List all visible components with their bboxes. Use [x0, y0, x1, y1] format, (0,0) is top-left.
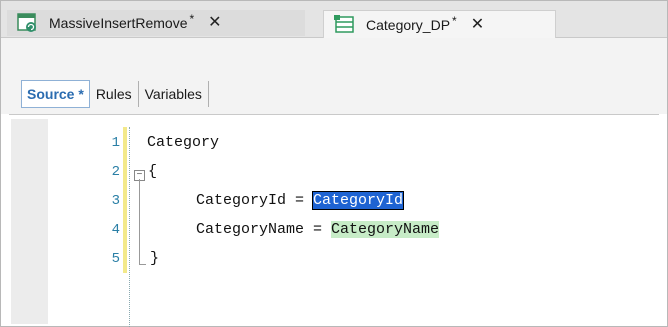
- close-icon[interactable]: ✕: [471, 16, 484, 33]
- editor-margin: [11, 119, 48, 324]
- part-tabs: Source * Rules Variables: [21, 80, 209, 108]
- data-provider-icon: [334, 14, 356, 35]
- code-line-4: CategoryName = CategoryName: [196, 221, 440, 238]
- highlighted-match: CategoryName: [331, 221, 440, 238]
- tab-rules[interactable]: Rules: [90, 81, 139, 107]
- gutter-separator: [129, 127, 130, 327]
- transaction-icon: [17, 13, 39, 33]
- code-line-2: {: [148, 163, 157, 180]
- tab-label: Category_DP: [366, 16, 451, 33]
- fold-line: [139, 179, 140, 264]
- line-number: 4: [111, 222, 120, 238]
- tab-source[interactable]: Source *: [21, 80, 90, 108]
- code-text: CategoryId =: [196, 192, 314, 209]
- modified-indicator: *: [452, 13, 457, 28]
- tab-massive-insert-remove[interactable]: MassiveInsertRemove * ✕: [7, 10, 305, 36]
- tab-category-dp[interactable]: Category_DP * ✕: [323, 10, 556, 38]
- code-text: Category: [147, 134, 220, 151]
- code-line-1: Category: [147, 134, 219, 151]
- line-number: 2: [111, 164, 120, 180]
- tab-label: MassiveInsertRemove: [49, 15, 188, 31]
- line-number: 1: [111, 135, 120, 151]
- change-marker-bar: [123, 127, 127, 273]
- modified-indicator: *: [189, 12, 195, 26]
- code-text: {: [148, 163, 158, 180]
- code-text: CategoryName =: [196, 221, 332, 238]
- code-line-5: }: [150, 250, 159, 267]
- document-tab-strip: MassiveInsertRemove * ✕ Category_DP * ✕: [1, 1, 667, 38]
- selected-text[interactable]: CategoryId: [312, 191, 405, 210]
- line-number: 3: [111, 193, 120, 209]
- fold-end: [139, 264, 146, 265]
- line-number-gutter: 1 2 3 4 5: [48, 119, 120, 324]
- code-editor[interactable]: 1 2 3 4 5 − Category { CategoryId = Cate…: [11, 119, 661, 327]
- code-line-3: CategoryId = CategoryId: [196, 191, 405, 210]
- editor-window: MassiveInsertRemove * ✕ Category_DP * ✕ …: [0, 0, 668, 327]
- close-icon[interactable]: ✕: [208, 15, 221, 31]
- part-tabs-area: Source * Rules Variables: [1, 38, 667, 114]
- code-text: }: [150, 250, 160, 267]
- tab-variables[interactable]: Variables: [139, 81, 209, 107]
- line-number: 5: [111, 251, 120, 267]
- divider: [9, 114, 659, 115]
